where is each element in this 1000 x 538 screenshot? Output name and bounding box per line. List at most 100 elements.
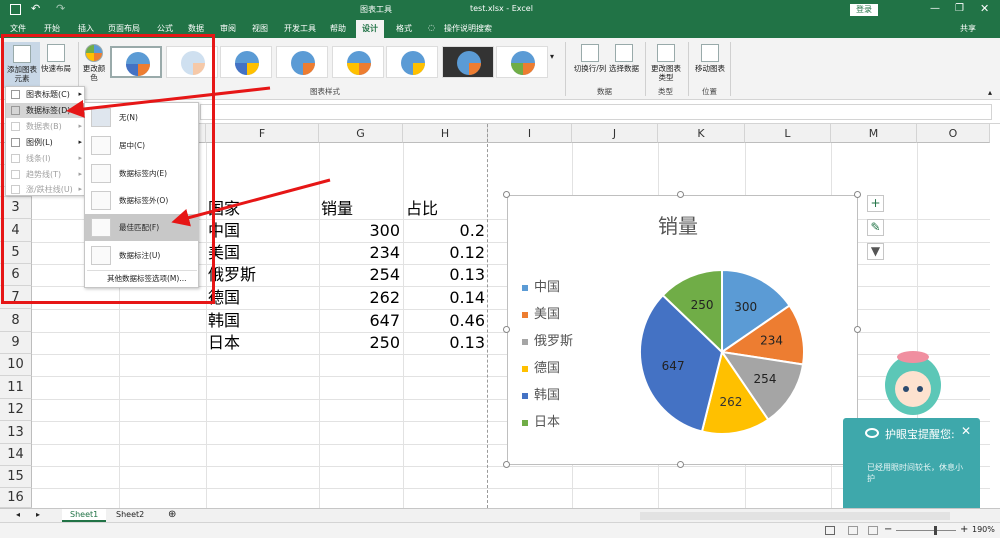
- pie-chart[interactable]: 销量 中国 美国 俄罗斯 德国 韩国 日本 300 234 254 262 647 250: [507, 195, 858, 465]
- chart-style-4[interactable]: [276, 46, 328, 78]
- cell-country[interactable]: 日本: [208, 332, 240, 354]
- column-header-h[interactable]: H: [403, 124, 488, 143]
- resize-handle[interactable]: [503, 326, 510, 333]
- row-header-11[interactable]: 11: [0, 376, 32, 399]
- formula-input[interactable]: [200, 104, 992, 120]
- gallery-more-icon[interactable]: ▾: [550, 52, 554, 61]
- popup-close-icon[interactable]: ✕: [961, 424, 971, 438]
- legend-item[interactable]: 韩国: [522, 384, 560, 403]
- data-label-1[interactable]: 234: [760, 334, 783, 348]
- zoom-out-icon[interactable]: −: [884, 524, 892, 535]
- legend-item[interactable]: 日本: [522, 411, 560, 430]
- row-header-13[interactable]: 13: [0, 421, 32, 444]
- page-break-view-icon[interactable]: [868, 526, 878, 535]
- header-sales[interactable]: 销量: [321, 198, 353, 220]
- cell-share[interactable]: 0.14: [406, 287, 485, 309]
- scroll-right-icon[interactable]: ▸: [36, 510, 40, 519]
- column-header-m[interactable]: M: [831, 124, 917, 143]
- cell-share[interactable]: 0.2: [406, 220, 485, 242]
- cell-share[interactable]: 0.13: [406, 332, 485, 354]
- legend-item[interactable]: 美国: [522, 303, 560, 322]
- tab-help[interactable]: 帮助: [330, 23, 346, 34]
- cell-country[interactable]: 俄罗斯: [208, 264, 256, 286]
- change-chart-type-button[interactable]: 更改图表类型: [650, 44, 682, 82]
- select-data-button[interactable]: 选择数据: [608, 44, 640, 73]
- row-header-15[interactable]: 15: [0, 466, 32, 488]
- column-header-j[interactable]: J: [572, 124, 658, 143]
- share-button[interactable]: 共享: [960, 23, 976, 34]
- chart-style-3[interactable]: [220, 46, 272, 78]
- row-header-16[interactable]: 16: [0, 488, 32, 508]
- column-header-i[interactable]: I: [488, 124, 572, 143]
- scroll-left-icon[interactable]: ◂: [16, 510, 20, 519]
- tab-home[interactable]: 开始: [44, 23, 60, 34]
- cell-sales[interactable]: 254: [321, 264, 400, 286]
- cell-share[interactable]: 0.13: [406, 264, 485, 286]
- tab-insert[interactable]: 插入: [78, 23, 94, 34]
- column-header-k[interactable]: K: [658, 124, 745, 143]
- cell-sales[interactable]: 300: [321, 220, 400, 242]
- tab-data[interactable]: 数据: [188, 23, 204, 34]
- switch-row-col-button[interactable]: 切换行/列: [570, 44, 610, 73]
- tab-format[interactable]: 格式: [396, 23, 412, 34]
- chart-style-5[interactable]: [332, 46, 384, 78]
- zoom-in-icon[interactable]: +: [960, 524, 968, 535]
- row-header-8[interactable]: 8: [0, 309, 32, 332]
- chart-styles-brush-icon[interactable]: ✎: [867, 219, 884, 236]
- tab-developer[interactable]: 开发工具: [284, 23, 316, 34]
- column-header-o[interactable]: O: [917, 124, 990, 143]
- cell-country[interactable]: 韩国: [208, 310, 240, 332]
- cell-sales[interactable]: 262: [321, 287, 400, 309]
- data-label-3[interactable]: 262: [719, 395, 742, 409]
- undo-icon[interactable]: ↶: [31, 2, 40, 15]
- legend-item[interactable]: 中国: [522, 276, 560, 295]
- data-label-4[interactable]: 647: [662, 359, 685, 373]
- column-header-g[interactable]: G: [319, 124, 403, 143]
- restore-icon[interactable]: ❐: [955, 3, 964, 14]
- data-label-5[interactable]: 250: [691, 298, 714, 312]
- header-share[interactable]: 占比: [406, 198, 438, 220]
- collapse-ribbon-icon[interactable]: ▴: [988, 88, 992, 97]
- tab-review[interactable]: 审阅: [220, 23, 236, 34]
- resize-handle[interactable]: [503, 191, 510, 198]
- tell-me-search[interactable]: 操作说明搜索: [444, 23, 492, 34]
- legend-item[interactable]: 俄罗斯: [522, 330, 573, 349]
- column-header-f[interactable]: F: [206, 124, 319, 143]
- page-layout-view-icon[interactable]: [848, 526, 858, 535]
- zoom-slider-thumb[interactable]: [934, 526, 937, 535]
- cell-share[interactable]: 0.46: [406, 310, 485, 332]
- zoom-slider[interactable]: [896, 530, 956, 531]
- minimize-icon[interactable]: —: [930, 3, 940, 14]
- chart-style-6[interactable]: [386, 46, 438, 78]
- sheet-tab-sheet1[interactable]: Sheet1: [62, 509, 107, 522]
- horizontal-scrollbar[interactable]: [640, 512, 950, 520]
- cell-sales[interactable]: 647: [321, 310, 400, 332]
- add-sheet-icon[interactable]: ⊕: [168, 509, 176, 521]
- tab-design[interactable]: 设计: [356, 20, 384, 38]
- data-label-2[interactable]: 254: [754, 372, 777, 386]
- chart-style-7[interactable]: [442, 46, 494, 78]
- resize-handle[interactable]: [503, 461, 510, 468]
- chart-title[interactable]: 销量: [658, 210, 698, 239]
- sheet-tab-sheet2[interactable]: Sheet2: [112, 509, 148, 521]
- move-chart-button[interactable]: 移动图表: [692, 44, 728, 73]
- cell-share[interactable]: 0.12: [406, 242, 485, 264]
- tab-formulas[interactable]: 公式: [157, 23, 173, 34]
- resize-handle[interactable]: [854, 191, 861, 198]
- tab-view[interactable]: 视图: [252, 23, 268, 34]
- chart-elements-button[interactable]: +: [867, 195, 884, 212]
- pie-plot-area[interactable]: 300 234 254 262 647 250: [632, 262, 812, 442]
- chart-filter-icon[interactable]: ▼: [867, 243, 884, 260]
- legend-item[interactable]: 德国: [522, 357, 560, 376]
- tab-page-layout[interactable]: 页面布局: [108, 23, 140, 34]
- resize-handle[interactable]: [677, 461, 684, 468]
- row-header-12[interactable]: 12: [0, 399, 32, 421]
- normal-view-icon[interactable]: [825, 526, 835, 535]
- row-header-9[interactable]: 9: [0, 332, 32, 354]
- redo-icon[interactable]: ↷: [56, 2, 65, 15]
- column-header-l[interactable]: L: [745, 124, 831, 143]
- resize-handle[interactable]: [854, 326, 861, 333]
- row-header-10[interactable]: 10: [0, 354, 32, 376]
- zoom-level[interactable]: 190%: [972, 525, 995, 534]
- tab-file[interactable]: 文件: [10, 23, 26, 34]
